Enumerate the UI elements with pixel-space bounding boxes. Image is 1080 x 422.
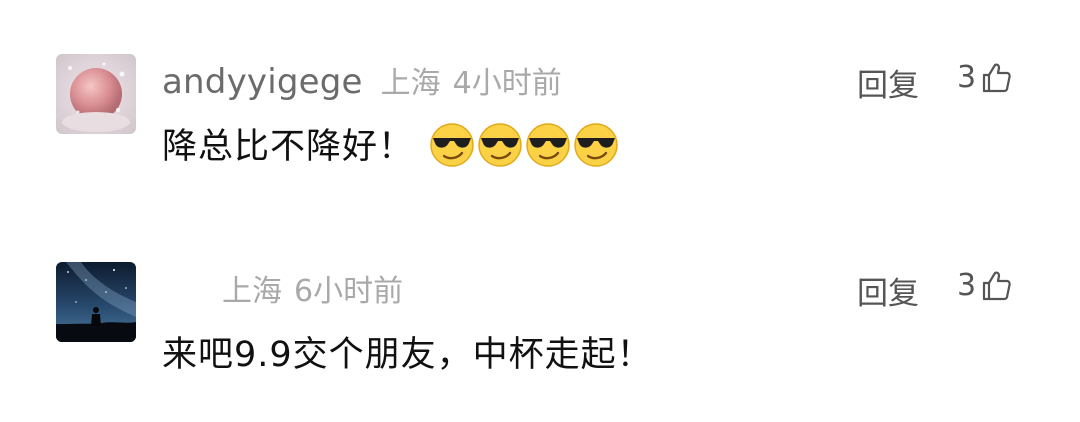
avatar-image	[56, 54, 136, 134]
thumbs-up-icon	[980, 269, 1014, 303]
sunglasses-emoji-icon	[572, 120, 620, 168]
username[interactable]: andyyigege	[162, 62, 363, 102]
sunglasses-emoji-icon	[476, 120, 524, 168]
like-button[interactable]: 3	[957, 268, 1014, 303]
comment-text-row: 来吧9.9交个朋友，中杯走起！	[162, 326, 653, 377]
comment-text-row: 降总比不降好！	[162, 118, 620, 169]
sunglasses-emoji-icon	[428, 120, 476, 168]
timestamp: 4小时前	[452, 66, 562, 101]
emoji-group	[428, 120, 620, 168]
like-button[interactable]: 3	[957, 60, 1014, 95]
reply-button[interactable]: 回复	[857, 60, 919, 105]
comment-meta: andyyigege 上海 4小时前	[162, 58, 562, 102]
like-count: 3	[957, 268, 977, 303]
sunglasses-emoji-icon	[524, 120, 572, 168]
avatar[interactable]	[56, 54, 136, 134]
avatar[interactable]	[56, 262, 136, 342]
comment-item: andyyigege 上海 4小时前 回复 3 降总比不降好！	[0, 46, 1080, 206]
avatar-image	[56, 262, 136, 342]
like-count: 3	[957, 60, 977, 95]
timestamp: 6小时前	[294, 274, 404, 309]
reply-button[interactable]: 回复	[857, 268, 919, 313]
comment-text: 来吧9.9交个朋友，中杯走起！	[162, 335, 653, 375]
thumbs-up-icon	[980, 61, 1014, 95]
comment-meta: 上海 6小时前	[162, 266, 403, 310]
location: 上海	[222, 274, 282, 309]
comment-item: 上海 6小时前 回复 3 来吧9.9交个朋友，中杯走起！	[0, 254, 1080, 414]
location: 上海	[380, 66, 441, 101]
comment-text: 降总比不降好！	[162, 127, 415, 167]
